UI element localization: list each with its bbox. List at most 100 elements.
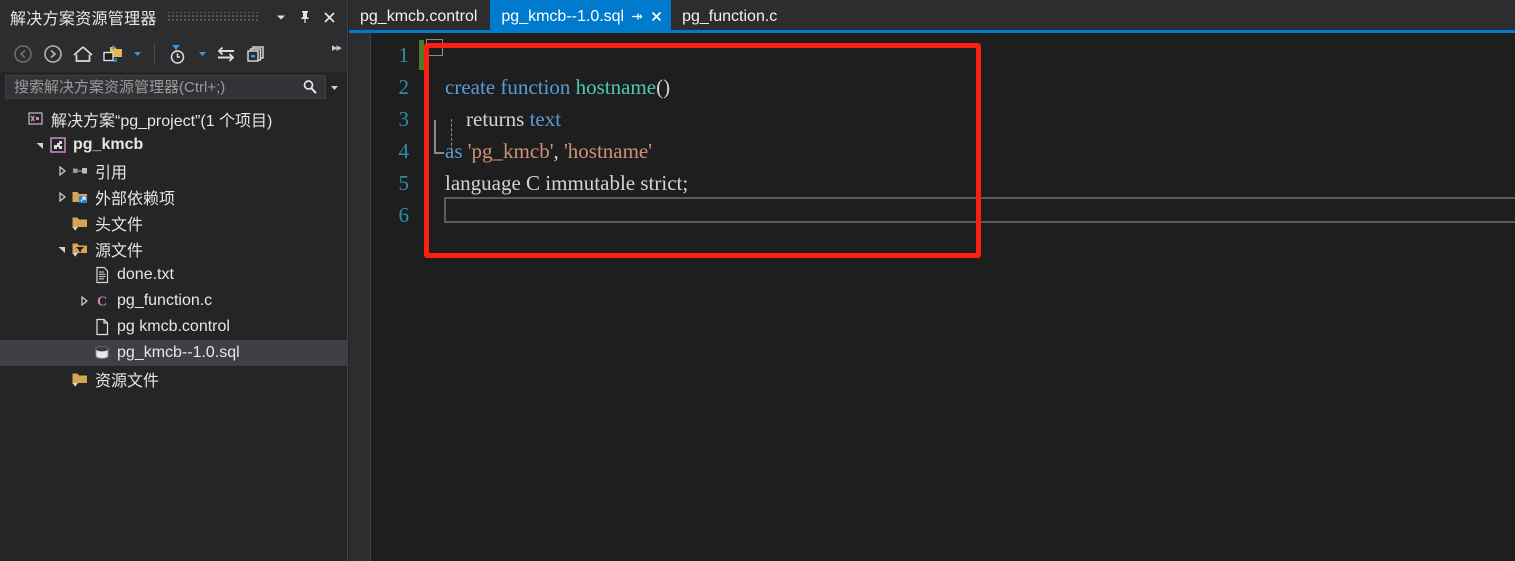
pin-icon[interactable] xyxy=(626,6,646,28)
editor-left-splitter[interactable] xyxy=(349,33,371,561)
tree-item-label: pg_kmcb--1.0.sql xyxy=(117,344,240,361)
collapse-triangle-icon[interactable] xyxy=(32,139,47,151)
tree-item-label: 头文件 xyxy=(95,217,144,234)
code-editor-surface[interactable]: 1 2 create function hostname() 3 returns te… xyxy=(371,33,1515,561)
code-line-2[interactable]: 2 create function hostname() xyxy=(371,71,1515,103)
tree-item-7[interactable]: Cpg_function.c xyxy=(0,288,347,314)
tree-item-8[interactable]: pg kmcb.control xyxy=(0,314,347,340)
external-dependencies-icon xyxy=(69,188,91,206)
token-str: 'pg_kmcb' xyxy=(467,139,554,163)
tree-item-9[interactable]: pg_kmcb--1.0.sql xyxy=(0,340,347,366)
pin-icon[interactable] xyxy=(293,5,317,29)
token-str: 'hostname' xyxy=(563,139,653,163)
code-line-3[interactable]: 3 returns text xyxy=(371,103,1515,135)
token-pln: language C immutable strict; xyxy=(445,171,689,195)
indent-guide xyxy=(451,119,452,155)
collapse-triangle-icon[interactable] xyxy=(54,243,69,255)
tree-item-label: done.txt xyxy=(117,266,174,283)
tree-item-2[interactable]: 引用 xyxy=(0,158,347,184)
code-text: as 'pg_kmcb', 'hostname' xyxy=(417,135,652,167)
tree-item-1[interactable]: pg_kmcb xyxy=(0,132,347,158)
tree-item-label: 资源文件 xyxy=(95,373,160,390)
tree-item-4[interactable]: 头文件 xyxy=(0,210,347,236)
chevron-down-icon[interactable] xyxy=(194,40,210,68)
editor-tabstrip: pg_kmcb.control pg_kmcb--1.0.sql pg_functi… xyxy=(349,0,1515,33)
tree-item-6[interactable]: done.txt xyxy=(0,262,347,288)
show-all-files-icon[interactable] xyxy=(99,40,127,68)
token-pln: , xyxy=(553,139,564,163)
collapse-all-icon[interactable] xyxy=(242,40,270,68)
code-line-5[interactable]: 5 language C immutable strict; xyxy=(371,167,1515,199)
toolbar-overflow-icon[interactable]: ▸▸ xyxy=(332,41,342,54)
tree-item-10[interactable]: 资源文件 xyxy=(0,366,347,392)
line-number: 1 xyxy=(398,43,410,67)
close-icon[interactable] xyxy=(646,6,666,28)
editor-tab-0[interactable]: pg_kmcb.control xyxy=(349,0,490,33)
tree-item-label: 源文件 xyxy=(95,243,144,260)
code-line-1[interactable]: 1 xyxy=(371,39,1515,71)
tree-item-label: 解决方案“pg_project”(1 个项目) xyxy=(51,113,273,130)
sync-arrows-icon[interactable] xyxy=(212,40,240,68)
chevron-down-icon[interactable] xyxy=(129,40,145,68)
c-file-icon: C xyxy=(91,292,113,310)
forward-arrow-icon[interactable] xyxy=(39,40,67,68)
tree-item-label: pg_kmcb xyxy=(73,136,144,153)
change-bar xyxy=(419,40,424,70)
token-fn: hostname xyxy=(575,75,657,99)
solution-explorer-toolbar: ▸▸ xyxy=(0,34,347,72)
pending-changes-filter-icon[interactable] xyxy=(164,40,192,68)
tree-item-label: 外部依赖项 xyxy=(95,191,176,208)
expand-triangle-icon[interactable] xyxy=(54,191,69,203)
back-arrow-icon[interactable] xyxy=(9,40,37,68)
search-input[interactable] xyxy=(14,78,299,96)
snippet-input-field[interactable] xyxy=(444,197,1515,223)
tree-item-0[interactable]: 解决方案“pg_project”(1 个项目) xyxy=(0,106,347,132)
tree-item-5[interactable]: 源文件 xyxy=(0,236,347,262)
references-icon xyxy=(69,162,91,180)
token-pln: returns xyxy=(445,107,530,131)
drag-handle-dots[interactable] xyxy=(166,12,259,22)
folder-filter-open-icon xyxy=(69,240,91,258)
search-box[interactable] xyxy=(5,75,326,99)
folder-filter-icon xyxy=(69,370,91,388)
solution-tree: 解决方案“pg_project”(1 个项目) pg_kmcb 引用外部依赖项头文件… xyxy=(0,102,347,561)
toolbar-separator xyxy=(154,43,155,64)
expand-triangle-icon[interactable] xyxy=(76,295,91,307)
token-type: text xyxy=(529,107,562,131)
token-kw: create function xyxy=(445,75,576,99)
solution-icon xyxy=(25,110,47,128)
search-row xyxy=(0,72,347,102)
expand-triangle-icon[interactable] xyxy=(54,165,69,177)
tree-item-3[interactable]: 外部依赖项 xyxy=(0,184,347,210)
line-number: 6 xyxy=(398,203,410,227)
code-text: create function hostname() xyxy=(417,71,670,103)
search-options-dropdown-icon[interactable] xyxy=(326,82,342,93)
tree-item-label: 引用 xyxy=(95,165,128,182)
folder-filter-icon xyxy=(69,214,91,232)
line-number: 3 xyxy=(398,107,410,131)
text-file-icon xyxy=(91,266,113,284)
solution-explorer-titlebar: 解决方案资源管理器 xyxy=(0,0,347,34)
tab-label: pg_kmcb--1.0.sql xyxy=(501,7,625,25)
tab-label: pg_kmcb.control xyxy=(360,7,478,25)
collapse-region-icon[interactable] xyxy=(426,39,443,56)
token-pln: () xyxy=(656,75,671,99)
database-file-icon xyxy=(91,344,113,362)
chevron-down-icon[interactable] xyxy=(269,5,293,29)
editor-tab-2[interactable]: pg_function.c xyxy=(671,0,790,33)
editor-tab-1[interactable]: pg_kmcb--1.0.sql xyxy=(490,0,672,33)
tree-item-label: pg_function.c xyxy=(117,292,213,309)
visual-studio-window: 解决方案资源管理器 ▸▸ 搜索解决方案资源管理器(Ctrl+;) 解决方案“pg… xyxy=(0,0,1515,561)
close-icon[interactable] xyxy=(317,5,341,29)
home-icon[interactable] xyxy=(69,40,97,68)
tab-label: pg_function.c xyxy=(682,7,778,25)
line-number: 2 xyxy=(398,75,410,99)
blank-file-icon xyxy=(91,318,113,336)
search-icon[interactable] xyxy=(299,79,321,95)
code-line-4[interactable]: 4 as 'pg_kmcb', 'hostname' xyxy=(371,135,1515,167)
code-lines[interactable]: 1 2 create function hostname() 3 returns te… xyxy=(371,39,1515,561)
project-icon xyxy=(47,136,69,154)
token-kw: as xyxy=(445,139,468,163)
panel-title: 解决方案资源管理器 xyxy=(10,11,157,28)
fold-region-bracket xyxy=(434,120,444,154)
